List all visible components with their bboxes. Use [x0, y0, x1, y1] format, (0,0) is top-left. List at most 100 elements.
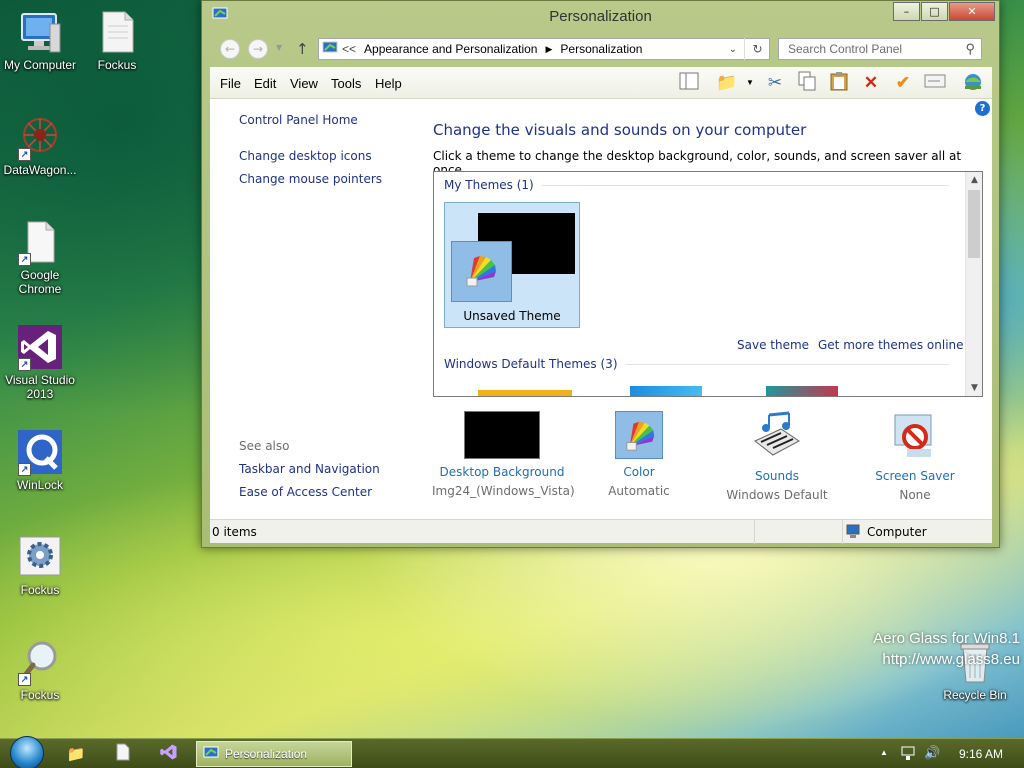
title-bar[interactable]: Personalization – □ ✕ [202, 1, 999, 33]
scroll-up-icon[interactable]: ▲ [966, 172, 982, 188]
default-theme-preview[interactable] [766, 386, 838, 396]
get-more-themes-link[interactable]: Get more themes online [818, 338, 964, 352]
breadcrumb-overflow[interactable]: << [342, 42, 356, 56]
up-arrow-icon[interactable]: ↑ [296, 40, 309, 58]
start-button[interactable] [10, 736, 44, 768]
desktop-icon-google-chrome[interactable]: ↗ Google Chrome [0, 218, 80, 296]
color-link[interactable]: Color [569, 465, 709, 479]
layout-button[interactable] [676, 71, 702, 95]
control-panel-home-link[interactable]: Control Panel Home [239, 113, 358, 127]
properties-button[interactable] [922, 71, 948, 95]
control-panel-icon [322, 41, 338, 58]
menu-tools[interactable]: Tools [331, 76, 361, 91]
address-bar[interactable]: << Appearance and Personalization ▶ Pers… [318, 38, 770, 60]
document-taskbar-button[interactable] [111, 743, 135, 765]
default-theme-preview[interactable] [478, 390, 572, 396]
volume-icon[interactable]: 🔊 [924, 745, 940, 761]
breadcrumb-personalization[interactable]: Personalization [560, 42, 642, 56]
maximize-button[interactable]: □ [921, 2, 948, 21]
file-explorer-taskbar-button[interactable]: 📁 [64, 743, 88, 765]
visual-studio-icon [159, 742, 179, 766]
my-themes-group[interactable]: My Themes (1) [444, 178, 949, 192]
search-placeholder: Search Control Panel [788, 42, 903, 56]
delete-button[interactable]: ✕ [858, 71, 884, 95]
desktop-background-link[interactable]: Desktop Background [432, 465, 572, 479]
sounds-value: Windows Default [726, 488, 828, 502]
clock[interactable]: 9:16 AM [959, 747, 1003, 761]
internet-button[interactable] [960, 71, 986, 95]
help-icon[interactable]: ? [975, 101, 990, 116]
default-themes-heading: Windows Default Themes (3) [444, 357, 618, 371]
color-setting[interactable]: Color Automatic [569, 411, 709, 498]
personalization-taskbar-button[interactable]: Personalization [196, 741, 352, 767]
search-input[interactable]: Search Control Panel ⚲ [778, 38, 982, 60]
network-icon[interactable] [900, 745, 916, 764]
shortcut-arrow-icon: ↗ [18, 358, 31, 371]
desktop-icon-label: DataWagon... [3, 163, 77, 177]
theme-name: Unsaved Theme [463, 309, 561, 323]
check-icon: ✔ [895, 73, 911, 92]
copy-icon [798, 71, 816, 96]
apply-button[interactable]: ✔ [890, 71, 916, 95]
status-item-count: 0 items [212, 525, 257, 539]
desktop-icon-visual-studio[interactable]: ↗ Visual Studio 2013 [0, 323, 80, 401]
menu-view[interactable]: View [290, 76, 318, 91]
arrow-right-icon: → [252, 42, 264, 56]
desktop-icon-my-computer[interactable]: My Computer [0, 8, 80, 72]
desktop-icon-fockus-settings[interactable]: Fockus [0, 533, 80, 597]
default-theme-preview[interactable] [630, 386, 702, 396]
copy-button[interactable] [794, 71, 820, 95]
breadcrumb-appearance[interactable]: Appearance and Personalization [364, 42, 537, 56]
desktop-icon-datawagon[interactable]: ↗ DataWagon... [0, 113, 80, 177]
cut-button[interactable]: ✂ [762, 71, 788, 95]
visual-studio-taskbar-button[interactable] [157, 743, 181, 765]
change-mouse-pointers-link[interactable]: Change mouse pointers [239, 172, 382, 186]
datawagon-icon: ↗ [16, 113, 64, 161]
screen-saver-setting[interactable]: Screen Saver None [845, 411, 985, 502]
refresh-icon: ↻ [752, 42, 763, 56]
shortcut-arrow-icon: ↗ [18, 148, 31, 161]
forward-button[interactable]: → [248, 39, 268, 59]
screen-saver-value: None [899, 488, 931, 502]
close-button[interactable]: ✕ [949, 2, 995, 21]
save-theme-link[interactable]: Save theme [737, 338, 809, 352]
paste-button[interactable] [826, 71, 852, 95]
unsaved-theme-tile[interactable]: Unsaved Theme [444, 202, 580, 328]
change-desktop-icons-link[interactable]: Change desktop icons [239, 149, 372, 163]
taskbar-navigation-link[interactable]: Taskbar and Navigation [239, 462, 380, 476]
scroll-thumb[interactable] [968, 190, 980, 258]
sounds-setting[interactable]: Sounds Windows Default [707, 411, 847, 502]
scroll-down-icon[interactable]: ▼ [966, 380, 982, 396]
screen-saver-icon [891, 411, 939, 463]
sounds-link[interactable]: Sounds [707, 469, 847, 483]
theme-list-scrollbar[interactable]: ▲ ▼ [965, 172, 982, 396]
screen-saver-link[interactable]: Screen Saver [845, 469, 985, 483]
ease-of-access-link[interactable]: Ease of Access Center [239, 485, 372, 499]
desktop-icon-fockus-search[interactable]: ↗ Fockus [0, 638, 80, 702]
show-hidden-icons-icon[interactable]: ▲ [880, 748, 888, 757]
document-icon [116, 743, 130, 765]
status-location: Computer [867, 525, 927, 539]
desktop-icon-fockus-doc[interactable]: Fockus [77, 8, 157, 72]
theme-list: My Themes (1) Unsaved Theme Save theme G… [433, 171, 983, 397]
properties-icon [924, 73, 946, 94]
menu-help[interactable]: Help [375, 76, 402, 91]
chevron-down-icon[interactable]: ▼ [746, 78, 754, 87]
minimize-button[interactable]: – [893, 2, 920, 21]
desktop-background-value: Img24_(Windows_Vista) [432, 484, 575, 498]
document-icon [93, 8, 141, 56]
delete-icon: ✕ [863, 73, 879, 92]
desktop-background-preview [464, 411, 540, 459]
default-themes-group[interactable]: Windows Default Themes (3) [444, 357, 949, 371]
recent-pages-chevron-icon[interactable]: ▼ [276, 43, 282, 52]
refresh-button[interactable]: ↻ [744, 38, 770, 60]
address-dropdown-icon[interactable]: ⌄ [729, 44, 737, 55]
color-swatch [615, 411, 663, 459]
folder-options-button[interactable]: 📁 [714, 71, 740, 95]
menu-file[interactable]: File [220, 76, 241, 91]
back-button[interactable]: ← [220, 39, 240, 59]
desktop-icon-winlock[interactable]: ↗ WinLock [0, 428, 80, 492]
computer-icon [16, 8, 64, 56]
menu-edit[interactable]: Edit [254, 76, 276, 91]
desktop-background-setting[interactable]: Desktop Background Img24_(Windows_Vista) [432, 411, 575, 498]
